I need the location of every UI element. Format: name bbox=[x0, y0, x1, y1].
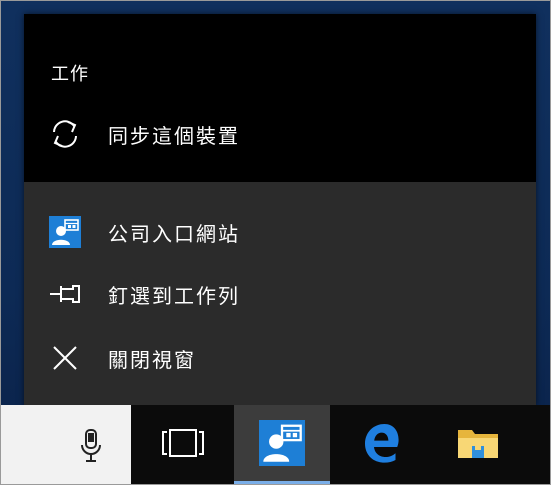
cortana-microphone-button[interactable] bbox=[1, 405, 131, 484]
jump-list: 工作 同步這個裝置 公司入口網站 釘選到工作列 關閉視窗 bbox=[24, 14, 536, 406]
screenshot-frame: 工作 同步這個裝置 公司入口網站 釘選到工作列 關閉視窗 bbox=[0, 0, 551, 485]
sync-device-label: 同步這個裝置 bbox=[108, 123, 240, 148]
sync-icon bbox=[48, 117, 82, 151]
task-view-icon bbox=[161, 428, 205, 462]
folder-icon bbox=[456, 424, 500, 466]
company-portal-item[interactable]: 公司入口網站 bbox=[24, 204, 536, 260]
edge-button[interactable] bbox=[332, 405, 428, 484]
jump-list-tasks-section: 工作 同步這個裝置 bbox=[24, 14, 536, 182]
pin-to-taskbar-label: 釘選到工作列 bbox=[108, 283, 240, 308]
microphone-icon bbox=[80, 428, 102, 468]
close-window-label: 關閉視窗 bbox=[108, 347, 196, 372]
task-view-button[interactable] bbox=[135, 405, 231, 484]
edge-icon bbox=[360, 423, 400, 467]
section-title: 工作 bbox=[51, 64, 89, 85]
close-window-item[interactable]: 關閉視窗 bbox=[24, 330, 536, 386]
company-portal-taskbar-button[interactable] bbox=[234, 405, 330, 484]
file-explorer-button[interactable] bbox=[430, 405, 526, 484]
sync-device-item[interactable]: 同步這個裝置 bbox=[24, 106, 536, 162]
company-portal-icon bbox=[48, 215, 82, 249]
company-portal-label: 公司入口網站 bbox=[108, 221, 240, 246]
company-portal-icon bbox=[259, 419, 305, 470]
pin-to-taskbar-item[interactable]: 釘選到工作列 bbox=[24, 266, 536, 322]
taskbar bbox=[1, 405, 550, 484]
pin-icon bbox=[48, 277, 82, 311]
active-indicator bbox=[234, 481, 330, 484]
close-icon bbox=[48, 341, 82, 375]
